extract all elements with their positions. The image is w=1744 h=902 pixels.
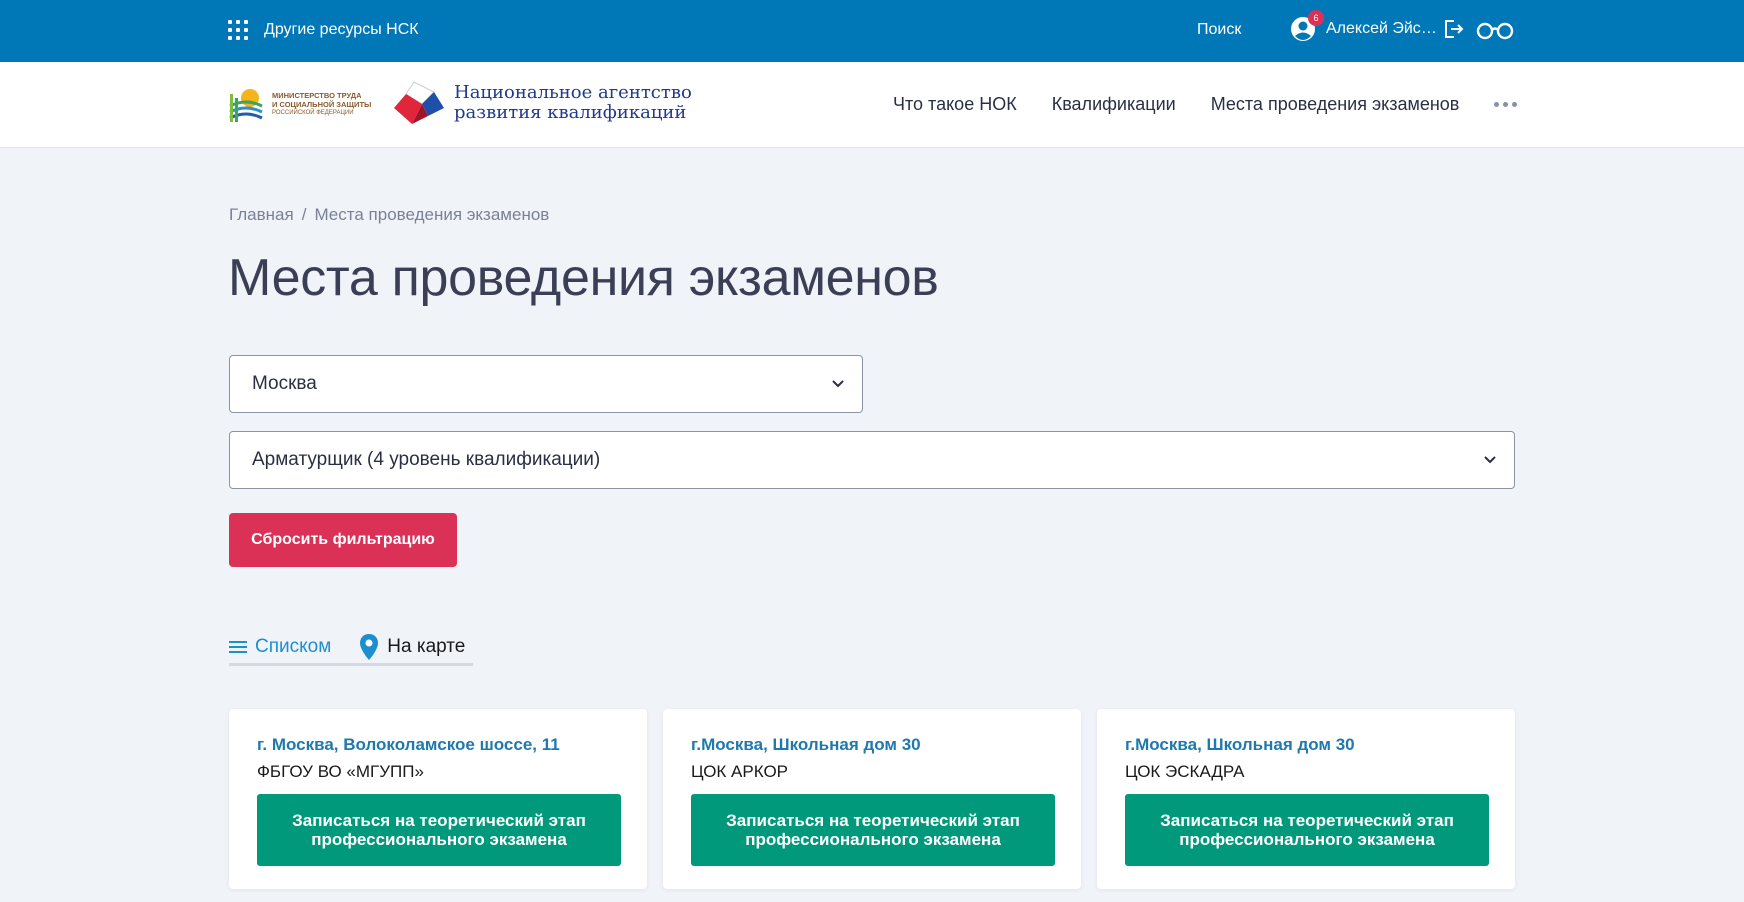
center-name: ФБГОУ ВО «МГУПП» — [257, 762, 424, 781]
reset-filter-button[interactable]: Сбросить фильтрацию — [229, 513, 457, 567]
tab-map-label: На карте — [387, 636, 466, 657]
avatar[interactable]: 6 — [1290, 10, 1324, 42]
qualification-select-value: Арматурщик (4 уровень квалификации) — [252, 449, 601, 470]
top-bar: Другие ресурсы НСК Поиск 6 Алексей Эйсмо… — [0, 0, 1744, 62]
breadcrumb: Главная / Места проведения экзаменов — [229, 205, 549, 225]
more-dots-icon[interactable] — [1494, 102, 1518, 107]
ministry-line-1: МИНИСТЕРСТВО ТРУДА — [272, 90, 362, 100]
city-select-value: Москва — [252, 373, 317, 394]
map-pin-icon — [359, 633, 379, 661]
ministry-line-3: РОССИЙСКОЙ ФЕДЕРАЦИИ — [272, 109, 354, 116]
city-select[interactable]: Москва — [229, 355, 863, 413]
center-name: ЦОК АРКОР — [691, 762, 789, 781]
tab-list-label: Списком — [255, 636, 332, 657]
agency-line-1: Национальное агентство — [454, 82, 692, 103]
logout-icon[interactable] — [1442, 18, 1464, 40]
page-title: Места проведения экзаменов — [228, 249, 939, 307]
apps-grid-icon — [228, 20, 248, 40]
enroll-theory-exam-button[interactable]: Записаться на теоретический этап професс… — [257, 794, 621, 866]
exam-center-card: г.Москва, Школьная дом 30 ЦОК ЭСКАДРА За… — [1097, 709, 1515, 889]
tab-list-view[interactable]: Списком — [229, 632, 331, 662]
chevron-down-icon — [832, 380, 844, 388]
chevron-down-icon — [1484, 456, 1496, 464]
center-name: ЦОК ЭСКАДРА — [1125, 762, 1245, 781]
nav-item-what-is-nok[interactable]: Что такое НОК — [893, 94, 1017, 115]
other-resources-menu[interactable]: Другие ресурсы НСК — [228, 20, 419, 40]
enroll-theory-exam-button[interactable]: Записаться на теоретический этап професс… — [1125, 794, 1489, 866]
qualification-select[interactable]: Арматурщик (4 уровень квалификации) — [229, 431, 1515, 489]
site-header: МИНИСТЕРСТВО ТРУДА И СОЦИАЛЬНОЙ ЗАЩИТЫ Р… — [0, 62, 1744, 148]
ministry-line-2: И СОЦИАЛЬНОЙ ЗАЩИТЫ — [272, 99, 372, 109]
agency-line-2: развития квалификаций — [454, 102, 687, 123]
tab-map-view[interactable]: На карте — [359, 632, 465, 662]
nav-item-exam-locations[interactable]: Места проведения экзаменов — [1211, 94, 1460, 115]
user-menu[interactable]: 6 Алексей Эйсмонт — [1290, 10, 1464, 42]
agency-emblem-icon — [394, 81, 444, 124]
breadcrumb-separator: / — [301, 205, 307, 224]
agency-logo[interactable]: Национальное агентство развития квалифик… — [392, 80, 692, 126]
enroll-theory-exam-button[interactable]: Записаться на теоретический этап професс… — [691, 794, 1055, 866]
list-icon — [229, 639, 247, 655]
ministry-emblem-icon — [229, 89, 263, 122]
main-nav: Что такое НОК Квалификации Места проведе… — [893, 94, 1518, 115]
notification-badge: 6 — [1308, 10, 1324, 26]
nav-item-qualifications[interactable]: Квалификации — [1052, 94, 1176, 115]
breadcrumb-home[interactable]: Главная — [229, 205, 294, 224]
exam-center-card: г.Москва, Школьная дом 30 ЦОК АРКОР Запи… — [663, 709, 1081, 889]
view-tabs: Списком На карте — [229, 632, 473, 666]
accessibility-glasses-icon[interactable] — [1476, 20, 1514, 40]
user-name[interactable]: Алексей Эйсмонт — [1326, 20, 1438, 38]
search-link[interactable]: Поиск — [1197, 21, 1241, 39]
center-address[interactable]: г.Москва, Школьная дом 30 — [1125, 735, 1355, 755]
other-resources-label: Другие ресурсы НСК — [264, 21, 419, 38]
center-address[interactable]: г.Москва, Школьная дом 30 — [691, 735, 921, 755]
ministry-logo[interactable]: МИНИСТЕРСТВО ТРУДА И СОЦИАЛЬНОЙ ЗАЩИТЫ Р… — [228, 84, 371, 124]
exam-center-card: г. Москва, Волоколамское шоссе, 11 ФБГОУ… — [229, 709, 647, 889]
center-address[interactable]: г. Москва, Волоколамское шоссе, 11 — [257, 735, 560, 755]
breadcrumb-current: Места проведения экзаменов — [314, 205, 550, 224]
